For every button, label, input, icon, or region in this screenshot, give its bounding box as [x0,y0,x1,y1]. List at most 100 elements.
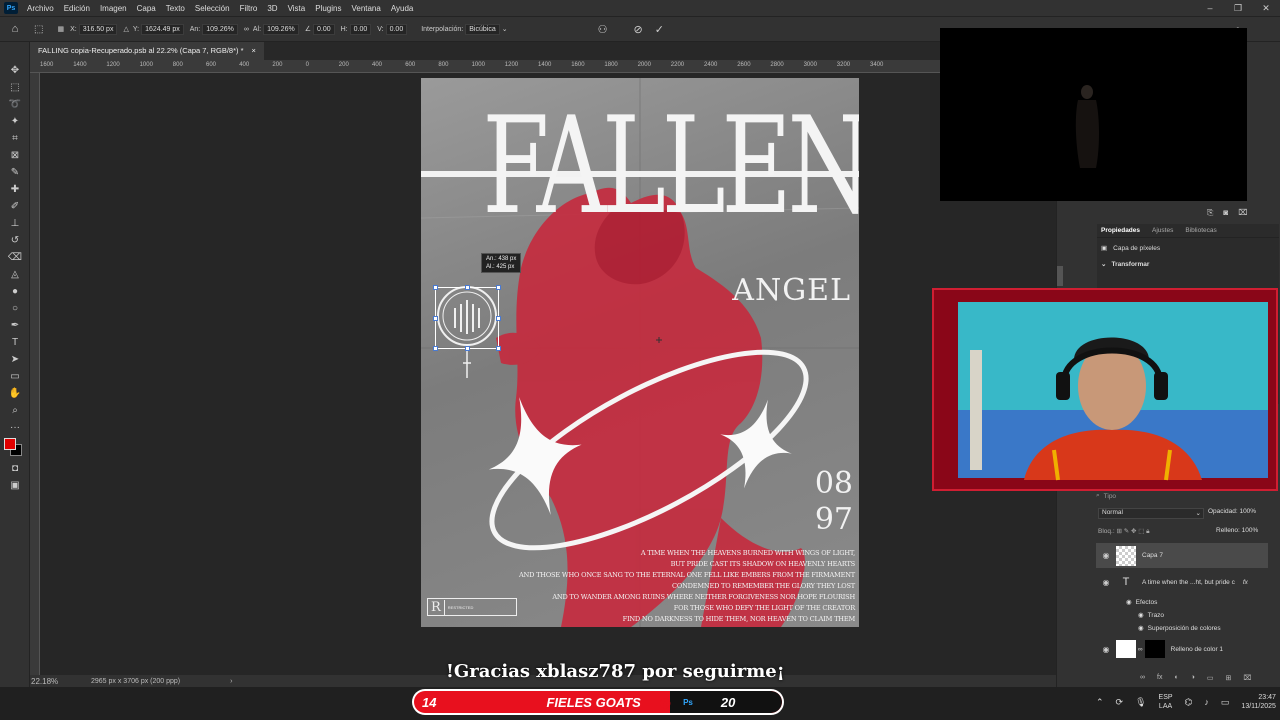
transform-handle[interactable] [496,346,501,351]
stroke-eye-icon[interactable]: ◉ [1138,611,1144,619]
menu-seleccion[interactable]: Selección [190,4,235,13]
foreground-color-swatch[interactable] [4,438,16,450]
marquee-tool-icon[interactable]: ⬚ [0,79,30,96]
menu-archivo[interactable]: Archivo [22,4,59,13]
layer-row-text[interactable]: ◉ T A time when the ...ht, but pride c f… [1096,571,1268,593]
width-input[interactable]: 109.26% [202,23,238,35]
trash-icon[interactable]: ⌧ [1238,208,1247,218]
screen-mode-icon[interactable]: ▣ [0,477,30,494]
menu-capa[interactable]: Capa [132,4,161,13]
menu-ayuda[interactable]: Ayuda [386,4,419,13]
menu-edicion[interactable]: Edición [59,4,95,13]
vskew-input[interactable]: 0.00 [385,23,408,35]
warp-icon[interactable]: ⚇ [598,23,608,36]
scrollbar[interactable] [1057,266,1063,286]
angle-input[interactable]: 0.00 [312,23,335,35]
layer-row-fill[interactable]: ◉ ∞ Relleno de color 1 [1096,637,1268,661]
lasso-tool-icon[interactable]: ➰ [0,96,30,113]
transform-handle[interactable] [496,316,501,321]
frame-tool-icon[interactable]: ⊠ [0,147,30,164]
fill-value[interactable]: 100% [1242,527,1259,534]
magic-wand-icon[interactable]: ✦ [0,113,30,130]
home-icon[interactable]: ⌂ [0,23,30,35]
x-input[interactable]: 316.50 px [78,23,118,35]
eyedropper-icon[interactable]: ✎ [0,164,30,181]
group-icon[interactable]: ▭ [1207,674,1214,682]
close-tab-icon[interactable]: × [252,42,256,60]
volume-icon[interactable]: ♪ [1204,697,1209,707]
mask-icon[interactable]: ◐ [1174,674,1178,682]
network-icon[interactable]: ⌬ [1185,697,1193,708]
close-icon[interactable]: ✕ [1252,0,1280,16]
dodge-tool-icon[interactable]: ○ [0,300,30,317]
tab-adjustments[interactable]: Ajustes [1152,227,1173,234]
menu-texto[interactable]: Texto [161,4,190,13]
transform-handle[interactable] [433,316,438,321]
clock[interactable]: 23:47 13/11/2025 [1241,693,1276,711]
visibility-eye-icon[interactable]: ◉ [1096,645,1116,654]
fx-badge[interactable]: fx [1243,579,1248,586]
new-layer-icon[interactable]: ⊞ [1226,674,1232,682]
chevron-right-icon[interactable]: › [230,678,232,685]
link-layers-icon[interactable]: ∞ [1140,674,1145,682]
link-icon[interactable]: ∞ [244,26,249,33]
vskew-field[interactable]: V: 0.00 [377,23,408,35]
transform-bounding-box[interactable] [433,285,501,351]
layers-search[interactable]: ⌕ Tipo [1096,490,1268,502]
menu-3d[interactable]: 3D [262,4,282,13]
path-select-icon[interactable]: ➤ [0,351,30,368]
opacity-value[interactable]: 100% [1239,508,1256,515]
eraser-icon[interactable]: ⌫ [0,249,30,266]
minimize-icon[interactable]: – [1196,0,1224,16]
fx-icon[interactable]: fx [1157,674,1162,682]
transform-handle[interactable] [465,285,470,290]
layers-search-input[interactable]: Tipo [1104,493,1116,500]
y-input[interactable]: 1624.49 px [141,23,184,35]
document-tab[interactable]: FALLING copia-Recuperado.psb al 22.2% (C… [30,42,264,60]
effect-coloroverlay-row[interactable]: ◉ Superposición de colores [1096,622,1268,634]
blur-tool-icon[interactable]: ● [0,283,30,300]
visibility-eye-icon[interactable]: ◉ [1096,551,1116,560]
commit-transform-icon[interactable]: ✓ [655,23,664,36]
effects-row[interactable]: ◉ Efectos [1096,596,1268,608]
shape-tool-icon[interactable]: ▭ [0,368,30,385]
new-snapshot-icon[interactable]: ⎘ [1207,208,1213,218]
coloroverlay-eye-icon[interactable]: ◉ [1138,624,1144,632]
menu-imagen[interactable]: Imagen [95,4,132,13]
microphone-icon[interactable]: 🎙︎ [1135,697,1146,708]
tab-libraries[interactable]: Bibliotecas [1185,227,1216,234]
visibility-eye-icon[interactable]: ◉ [1096,578,1116,587]
restore-icon[interactable]: ❐ [1224,0,1252,16]
hand-tool-icon[interactable]: ✋ [0,385,30,402]
bucket-icon[interactable]: ◬ [0,266,30,283]
chevron-up-icon[interactable]: ⌃ [1096,697,1104,708]
fill-field[interactable]: Relleno: 100% [1216,527,1258,534]
zoom-level[interactable]: 22.18% [31,677,87,686]
transform-handle[interactable] [433,285,438,290]
transform-section[interactable]: ⌄ Transformar [1097,258,1279,270]
blend-mode-select[interactable]: Normal ⌄ [1098,508,1204,519]
menu-plugins[interactable]: Plugins [310,4,346,13]
angle-field[interactable]: ∠ 0.00 [305,23,335,35]
effect-stroke-row[interactable]: ◉ Trazo [1096,609,1268,621]
y-field[interactable]: Y: 1624.49 px [133,23,184,35]
opacity-field[interactable]: Opacidad: 100% [1208,508,1256,515]
tab-properties[interactable]: Propiedades [1101,227,1140,234]
type-tool-icon[interactable]: T [0,334,30,351]
height-input[interactable]: 109.26% [263,23,299,35]
transform-handle[interactable] [433,346,438,351]
move-tool-icon[interactable]: ✥ [0,62,30,79]
menu-vista[interactable]: Vista [283,4,311,13]
transform-handle[interactable] [496,285,501,290]
language-indicator[interactable]: ESP LAA [1159,693,1173,711]
interpolation-select[interactable]: Bicúbica [465,23,500,35]
camera-icon[interactable]: ◙ [1223,208,1228,218]
lock-icon[interactable]: ⊞ ✎ ✥ ⬚ 🔒︎ [1116,528,1149,535]
menu-filtro[interactable]: Filtro [235,4,263,13]
x-field[interactable]: X: 316.50 px [70,23,118,35]
width-field[interactable]: An: 109.26% [190,23,238,35]
hskew-input[interactable]: 0.00 [349,23,372,35]
transform-handle[interactable] [465,346,470,351]
hskew-field[interactable]: H: 0.00 [341,23,372,35]
quick-mask-icon[interactable]: ◘ [0,460,30,477]
